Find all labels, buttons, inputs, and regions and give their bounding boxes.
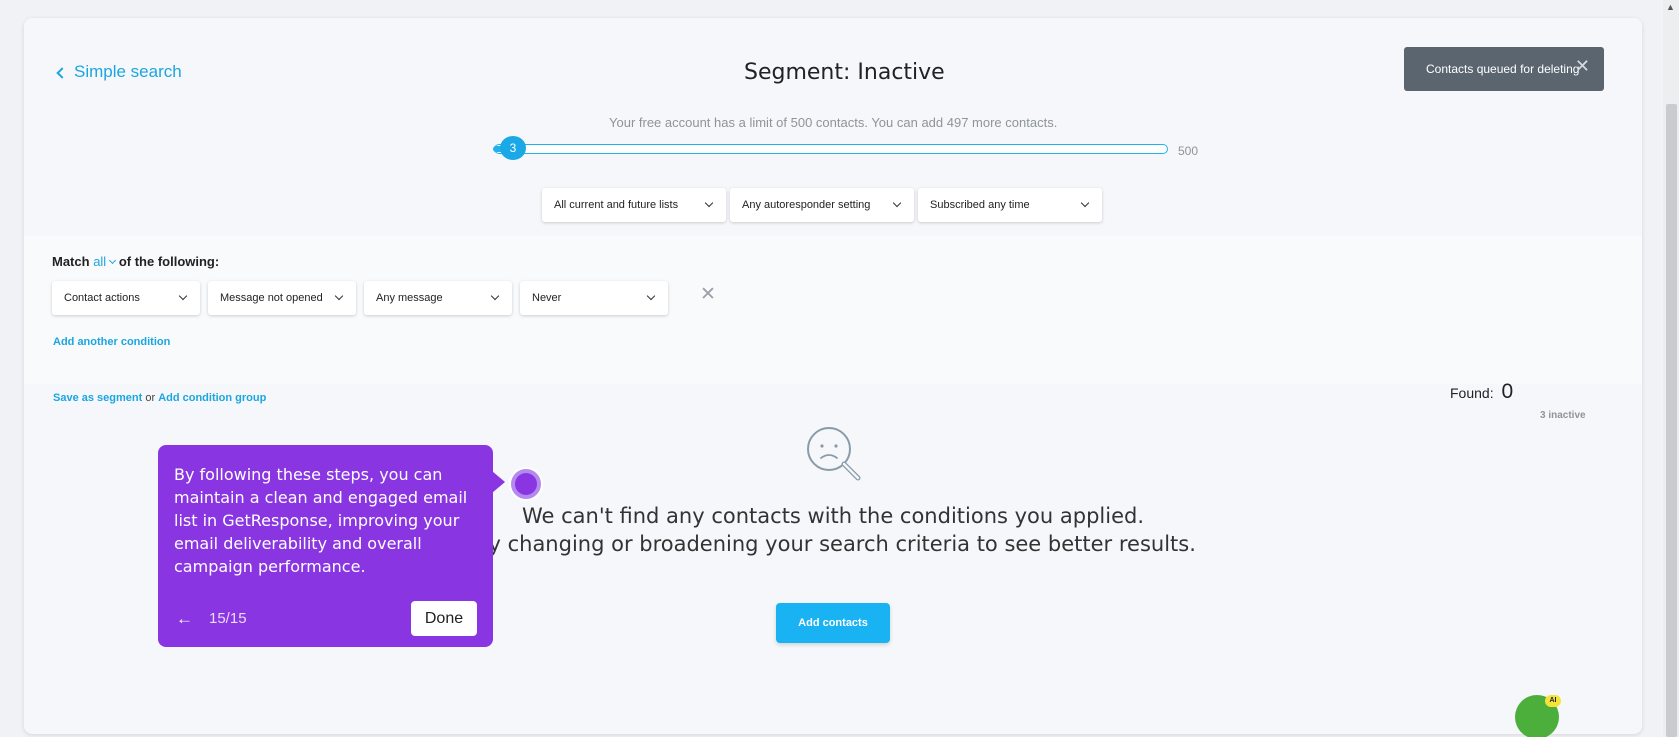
condition-message-dropdown[interactable]: Any message: [364, 281, 512, 315]
lists-dropdown[interactable]: All current and future lists: [542, 188, 726, 222]
add-contacts-button[interactable]: Add contacts: [776, 603, 890, 643]
condition-type-value: Contact actions: [64, 292, 140, 304]
scroll-up-icon[interactable]: ▲: [1666, 2, 1675, 12]
chevron-down-icon: [704, 198, 714, 208]
chevron-left-icon: [56, 66, 68, 79]
close-icon[interactable]: ✕: [1575, 56, 1590, 77]
ai-assistant-button[interactable]: AI: [1515, 695, 1561, 737]
found-count: 0: [1501, 380, 1514, 403]
autoresponder-dropdown-value: Any autoresponder setting: [742, 199, 871, 211]
add-condition-group-link[interactable]: Add condition group: [158, 392, 266, 404]
match-mode-dropdown[interactable]: all: [93, 254, 115, 269]
actions-or: or: [145, 392, 156, 404]
done-button[interactable]: Done: [411, 601, 477, 636]
condition-time-value: Never: [532, 292, 562, 304]
segment-actions: Save as segment or Add condition group: [53, 392, 266, 404]
subscription-date-value: Subscribed any time: [930, 199, 1030, 211]
condition-type-dropdown[interactable]: Contact actions: [52, 281, 200, 315]
slider-knob: 3: [500, 136, 526, 160]
account-limit-text: Your free account has a limit of 500 con…: [609, 115, 1058, 130]
tooltip-arrow: [492, 471, 505, 493]
match-prefix: Match: [52, 254, 90, 269]
autoresponder-dropdown[interactable]: Any autoresponder setting: [730, 188, 914, 222]
tooltip-footer: ← 15/15 Done: [176, 601, 477, 636]
chevron-down-icon: [646, 291, 656, 301]
scrollbar-thumb[interactable]: [1666, 104, 1677, 737]
simple-search-label: Simple search: [74, 62, 182, 81]
chevron-down-icon: [490, 291, 500, 301]
condition-action-dropdown[interactable]: Message not opened: [208, 281, 356, 315]
toast-notification: Contacts queued for deleting ✕: [1404, 47, 1604, 91]
arrow-left-icon[interactable]: ←: [176, 609, 193, 629]
match-suffix: of the following:: [118, 254, 220, 269]
sad-search-icon: [807, 427, 861, 481]
tooltip-message: By following these steps, you can mainta…: [174, 465, 468, 576]
walkthrough-tooltip: By following these steps, you can mainta…: [158, 445, 505, 647]
subscription-date-dropdown[interactable]: Subscribed any time: [918, 188, 1102, 222]
condition-action-value: Message not opened: [220, 292, 323, 304]
chevron-down-icon: [892, 198, 902, 208]
condition-message-value: Any message: [376, 292, 443, 304]
remove-condition-icon[interactable]: ✕: [700, 283, 716, 306]
chevron-down-icon: [1080, 198, 1090, 208]
toast-message: Contacts queued for deleting: [1426, 62, 1580, 76]
chevron-down-icon: [334, 291, 344, 301]
found-counter: Found: 0: [1450, 380, 1513, 404]
page-title: Segment: Inactive: [744, 60, 945, 85]
add-condition-link[interactable]: Add another condition: [53, 336, 170, 348]
simple-search-link[interactable]: Simple search: [56, 62, 182, 82]
tooltip-step-counter: 15/15: [209, 610, 247, 627]
save-segment-link[interactable]: Save as segment: [53, 392, 142, 404]
beacon-core: [515, 473, 537, 495]
slider-max-label: 500: [1178, 144, 1199, 158]
match-rule: Match all of the following:: [52, 254, 219, 269]
page-scrollbar[interactable]: ▲: [1663, 0, 1679, 737]
walkthrough-beacon[interactable]: [509, 467, 543, 501]
found-label: Found:: [1450, 385, 1494, 401]
ai-badge: AI: [1545, 695, 1561, 707]
lists-dropdown-value: All current and future lists: [554, 199, 679, 211]
condition-time-dropdown[interactable]: Never: [520, 281, 668, 315]
inactive-count: 3 inactive: [1540, 410, 1586, 421]
contacts-limit-slider: 3: [493, 136, 1168, 160]
chevron-down-icon: [178, 291, 188, 301]
